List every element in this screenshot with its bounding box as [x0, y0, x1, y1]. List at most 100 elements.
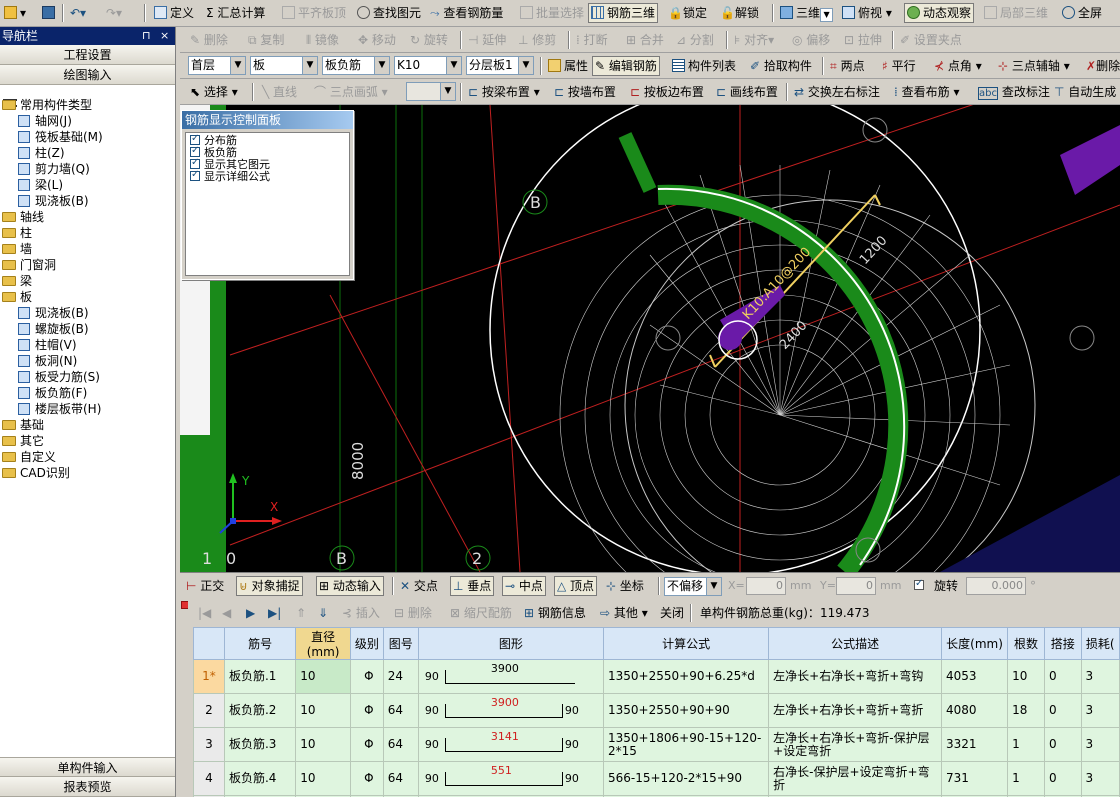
- formula-desc-cell[interactable]: 右净长-保护层+设定弯折+弯折: [768, 761, 942, 796]
- tree-folder[interactable]: 板: [2, 289, 32, 305]
- object-snap-button[interactable]: ⊌ 对象捕捉: [236, 576, 303, 596]
- line-layout-button[interactable]: ⊏ 画线布置: [714, 82, 780, 102]
- col-header-diameter[interactable]: 直径(mm): [295, 627, 351, 660]
- close-table-button[interactable]: 关闭: [658, 603, 686, 623]
- unlock-button[interactable]: 🔓解锁: [718, 3, 761, 23]
- coordinate-button[interactable]: ⊹ 坐标: [604, 576, 646, 596]
- rebar-info-button[interactable]: ⊞ 钢筋信息: [522, 603, 588, 623]
- col-header-bar-no[interactable]: 筋号: [223, 627, 297, 660]
- tree-item[interactable]: 剪力墙(Q): [18, 161, 90, 177]
- col-header-formula-desc[interactable]: 公式描述: [768, 627, 942, 660]
- close-icon[interactable]: ×: [160, 27, 169, 45]
- rotate-button[interactable]: ↻ 旋转: [408, 30, 450, 50]
- nav-section-drawing-input[interactable]: 绘图输入: [0, 65, 175, 85]
- nav-section-project-settings[interactable]: 工程设置: [0, 45, 175, 65]
- formula-cell[interactable]: 1350+2550+90+6.25*d: [602, 659, 770, 694]
- y-coordinate-input[interactable]: 0: [836, 577, 876, 595]
- grade-cell[interactable]: Φ: [349, 659, 384, 694]
- grade-cell[interactable]: Φ: [349, 727, 384, 762]
- tree-item[interactable]: 板负筋(F): [18, 385, 87, 401]
- lap-cell[interactable]: 0: [1044, 659, 1082, 694]
- count-cell[interactable]: 10: [1007, 659, 1045, 694]
- formula-desc-cell[interactable]: 左净长+右净长+弯折+弯钩: [768, 659, 942, 694]
- ortho-button[interactable]: ⊢ 正交: [184, 576, 226, 596]
- fig-no-cell[interactable]: 64: [382, 761, 419, 796]
- move-button[interactable]: ✥ 移动: [356, 30, 398, 50]
- summary-calc-button[interactable]: Σ 汇总计算: [204, 3, 267, 23]
- fullscreen-button[interactable]: 全屏: [1060, 3, 1104, 23]
- properties-button[interactable]: 属性: [546, 56, 590, 76]
- tree-folder[interactable]: CAD识别: [2, 465, 70, 481]
- shape-cell[interactable]: 90 3900: [417, 659, 605, 694]
- name-select[interactable]: K10 ▼: [394, 56, 462, 75]
- extend-button[interactable]: ⊣ 延伸: [466, 30, 508, 50]
- formula-cell[interactable]: 1350+2550+90+90: [602, 693, 770, 728]
- grade-cell[interactable]: Φ: [349, 761, 384, 796]
- trim-button[interactable]: ⊥ 修剪: [516, 30, 558, 50]
- tree-item[interactable]: 板受力筋(S): [18, 369, 100, 385]
- 3d-view-button[interactable]: 三维 ▼: [778, 3, 835, 23]
- diameter-cell[interactable]: 10: [295, 727, 351, 762]
- table-row[interactable]: 1* 板负筋.1 10 Φ 24 90 3900 1350+2550+90+6.25*d 左净长…: [193, 659, 1120, 694]
- last-row-icon[interactable]: ▶|: [266, 603, 283, 623]
- fig-no-cell[interactable]: 64: [382, 727, 419, 762]
- tree-folder[interactable]: 梁: [2, 273, 32, 289]
- checkbox[interactable]: [190, 157, 200, 169]
- offset-mode-select[interactable]: 不偏移 ▼: [664, 577, 722, 596]
- point-angle-button[interactable]: ⊀ 点角 ▾: [932, 56, 984, 76]
- col-header-length[interactable]: 长度(mm): [940, 627, 1009, 660]
- tree-folder[interactable]: 自定义: [2, 449, 56, 465]
- break-button[interactable]: ⁞ 打断: [574, 30, 610, 50]
- delete-row-button[interactable]: ⊟ 删除: [392, 603, 434, 623]
- delete-axis-button[interactable]: ✗删除: [1084, 56, 1120, 76]
- tree-item[interactable]: 轴网(J): [18, 113, 72, 129]
- col-header-count[interactable]: 根数: [1007, 627, 1045, 660]
- x-coordinate-input[interactable]: 0: [746, 577, 786, 595]
- insert-row-button[interactable]: ⊰ 插入: [340, 603, 382, 623]
- formula-cell[interactable]: 1350+1806+90-15+120-2*15: [602, 727, 770, 762]
- nav-section-report-preview[interactable]: 报表预览: [0, 777, 175, 797]
- length-cell[interactable]: 4080: [940, 693, 1009, 728]
- grade-cell[interactable]: Φ: [349, 693, 384, 728]
- type-select[interactable]: 板负筋 ▼: [322, 56, 390, 75]
- count-cell[interactable]: 18: [1007, 693, 1045, 728]
- col-header-grade[interactable]: 级别: [349, 627, 384, 660]
- tree-item[interactable]: 楼层板带(H): [18, 401, 101, 417]
- tree-folder[interactable]: 墙: [2, 241, 32, 257]
- lap-cell[interactable]: 0: [1044, 761, 1082, 796]
- prev-row-icon[interactable]: ◀: [220, 603, 233, 623]
- vertex-button[interactable]: △ 顶点: [554, 576, 598, 596]
- col-header-shape[interactable]: 图形: [417, 627, 605, 660]
- shape-cell[interactable]: 90 3900 90: [417, 693, 605, 728]
- tree-folder[interactable]: 柱: [2, 225, 32, 241]
- fig-no-cell[interactable]: 24: [382, 659, 419, 694]
- tree-folder[interactable]: 轴线: [2, 209, 44, 225]
- other-menu-button[interactable]: ⇨ 其他 ▾: [598, 603, 650, 623]
- loss-cell[interactable]: 3: [1080, 659, 1120, 694]
- set-grip-button[interactable]: ✐ 设置夹点: [898, 30, 964, 50]
- tree-item[interactable]: 现浇板(B): [18, 193, 89, 209]
- place-by-beam-button[interactable]: ⊏ 按梁布置 ▾: [466, 82, 542, 102]
- row-number-cell[interactable]: 1*: [193, 659, 225, 694]
- intersection-button[interactable]: ✕ 交点: [398, 576, 440, 596]
- col-header-loss[interactable]: 损耗(: [1080, 627, 1120, 660]
- option-show-formula[interactable]: 显示详细公式: [190, 169, 345, 183]
- three-point-axis-button[interactable]: ⊹ 三点辅轴 ▾: [996, 56, 1072, 76]
- col-header-lap[interactable]: 搭接: [1044, 627, 1082, 660]
- table-row[interactable]: 2 板负筋.2 10 Φ 64 90 3900 90 1350+2550+90+90 左净长+右净…: [193, 693, 1120, 728]
- view-rebar-layout-button[interactable]: ⁞ 查看布筋 ▾: [892, 82, 962, 102]
- auto-generate-button[interactable]: ⊤ 自动生成: [1052, 82, 1118, 102]
- select-button[interactable]: ⬉ 选择 ▾: [188, 82, 240, 102]
- merge-button[interactable]: ⊞ 合并: [624, 30, 666, 50]
- shape-cell[interactable]: 90 3141 90: [417, 727, 605, 762]
- mirror-button[interactable]: ⫴ 镜像: [304, 30, 341, 50]
- table-row[interactable]: 4 板负筋.4 10 Φ 64 90 551 90 566-15+120-2*15+90 右净长-…: [193, 761, 1120, 796]
- swap-labels-button[interactable]: ⇄ 交换左右标注: [792, 82, 882, 102]
- batch-select-button[interactable]: 批量选择: [518, 3, 586, 23]
- delete-button[interactable]: ✎ 删除: [188, 30, 230, 50]
- undo-button[interactable]: ↶▾: [68, 3, 88, 23]
- lock-button[interactable]: 🔒锁定: [666, 3, 709, 23]
- midpoint-button[interactable]: ⊸ 中点: [502, 576, 546, 596]
- length-cell[interactable]: 731: [940, 761, 1009, 796]
- diameter-cell[interactable]: 10: [295, 693, 351, 728]
